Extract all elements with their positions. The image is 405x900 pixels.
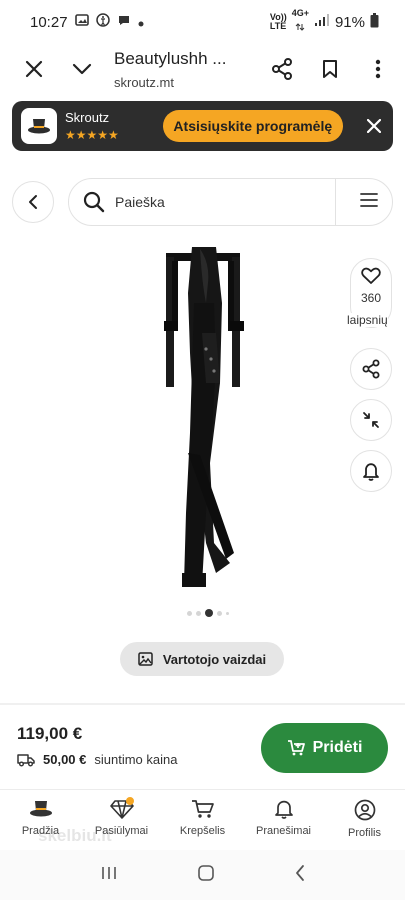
image-icon [138, 652, 153, 666]
home-button[interactable] [197, 864, 215, 887]
close-icon [367, 119, 381, 133]
gallery-dot[interactable] [226, 611, 229, 615]
url-block[interactable]: Beautylushh ... skroutz.mt [114, 49, 244, 90]
user-icon [354, 799, 375, 821]
product-image[interactable] [150, 243, 260, 593]
search-icon [83, 191, 105, 213]
bookmark-icon [323, 60, 337, 78]
system-navigation-bar [0, 850, 405, 900]
page-title: Beautylushh ... [114, 48, 227, 68]
nav-item-cart[interactable]: Krepšelis [162, 790, 243, 847]
share-page-button[interactable] [258, 45, 306, 93]
more-notifications-dot-icon [138, 14, 144, 31]
share-product-button[interactable] [350, 348, 392, 390]
close-icon [25, 60, 43, 78]
minimize-tab-button[interactable] [58, 45, 106, 93]
gallery-pagination [187, 609, 229, 617]
nav-label-profile: Profilis [347, 827, 381, 839]
gallery-dot[interactable] [217, 610, 222, 616]
signal-icon [314, 13, 330, 31]
browser-toolbar: Beautylushh ... skroutz.mt [0, 44, 405, 94]
bookmark-button[interactable] [306, 45, 354, 93]
shipping-price: 50,00 € [43, 752, 87, 767]
price-alert-button[interactable] [350, 450, 392, 492]
nav-item-notifications[interactable]: Pranešimai [243, 790, 324, 847]
hat-icon [29, 801, 52, 817]
chevron-down-icon [72, 63, 92, 75]
system-back-button[interactable] [294, 864, 306, 887]
skroutz-logo [21, 108, 57, 144]
app-install-banner: Skroutz ★★★★★ Atsisiųskite programėlę [12, 101, 393, 151]
user-photos-button[interactable]: Vartotojo vaizdai [120, 642, 284, 676]
section-divider [0, 703, 405, 705]
compare-product-button[interactable] [350, 399, 392, 441]
app-name: Skroutz [65, 110, 110, 125]
accessibility-notification-icon [95, 13, 110, 31]
data-arrows-icon [295, 18, 305, 35]
user-photos-label: Vartotojo vaizdai [162, 651, 267, 667]
watermark: skelbiu.lt [38, 826, 112, 845]
close-banner-button[interactable] [367, 119, 381, 133]
chat-notification-icon [117, 13, 131, 31]
truck-icon [17, 753, 35, 766]
product-side-actions: 360 laipsnių [347, 258, 392, 492]
bell-icon [274, 800, 293, 819]
install-app-button[interactable]: Atsisiųskite programėlę [162, 110, 343, 142]
hamburger-menu-icon [360, 193, 378, 207]
heart-icon [361, 267, 381, 284]
share-icon [272, 58, 292, 80]
status-time: 10:27 [30, 13, 68, 31]
page-domain: skroutz.mt [114, 74, 174, 90]
recent-apps-button[interactable] [100, 865, 118, 886]
search-divider [335, 179, 336, 225]
more-vertical-icon [375, 59, 381, 79]
collapse-arrows-icon [363, 412, 379, 428]
gallery-dot[interactable] [196, 610, 201, 616]
search-input[interactable] [115, 194, 315, 210]
back-button[interactable] [12, 181, 54, 223]
add-to-cart-label: Pridėti [312, 739, 363, 756]
recent-apps-icon [101, 866, 116, 879]
menu-button[interactable] [360, 192, 378, 208]
gallery-dot[interactable] [187, 610, 192, 616]
search-bar [68, 178, 393, 226]
chevron-left-icon [29, 195, 37, 209]
gallery-dot-active[interactable] [205, 609, 213, 617]
home-icon [197, 864, 214, 881]
close-tab-button[interactable] [10, 45, 58, 93]
gallery-notification-icon [74, 13, 89, 31]
favorites-count: 360 [360, 291, 382, 305]
nav-item-profile[interactable]: Profilis [324, 790, 405, 847]
nav-label-notifications: Pranešimai [255, 825, 312, 837]
battery-icon [370, 12, 379, 32]
shipping-label: siuntimo kaina [94, 752, 178, 767]
favorites-unit-label: laipsnių [347, 313, 388, 327]
network-type-indicator: 4G+ [292, 9, 309, 35]
cart-icon [191, 800, 214, 818]
product-price: 119,00 € [17, 724, 83, 743]
volte-indicator: Vo)) LTE [269, 12, 287, 31]
notification-badge [125, 797, 134, 805]
app-rating-stars: ★★★★★ [65, 128, 119, 142]
chevron-left-icon [295, 864, 304, 881]
nav-label-cart: Krepšelis [179, 825, 226, 837]
add-to-cart-button[interactable]: Pridėti [261, 723, 388, 773]
more-options-button[interactable] [354, 45, 402, 93]
cart-plus-icon [287, 740, 305, 756]
battery-percent: 91% [334, 13, 365, 31]
status-bar: 10:27 Vo)) LTE 4G+ 91% [0, 0, 405, 44]
hat-icon [28, 119, 50, 134]
shipping-info: 50,00 € siuntimo kaina [17, 752, 177, 767]
bell-icon [363, 463, 379, 481]
share-icon [362, 359, 380, 379]
